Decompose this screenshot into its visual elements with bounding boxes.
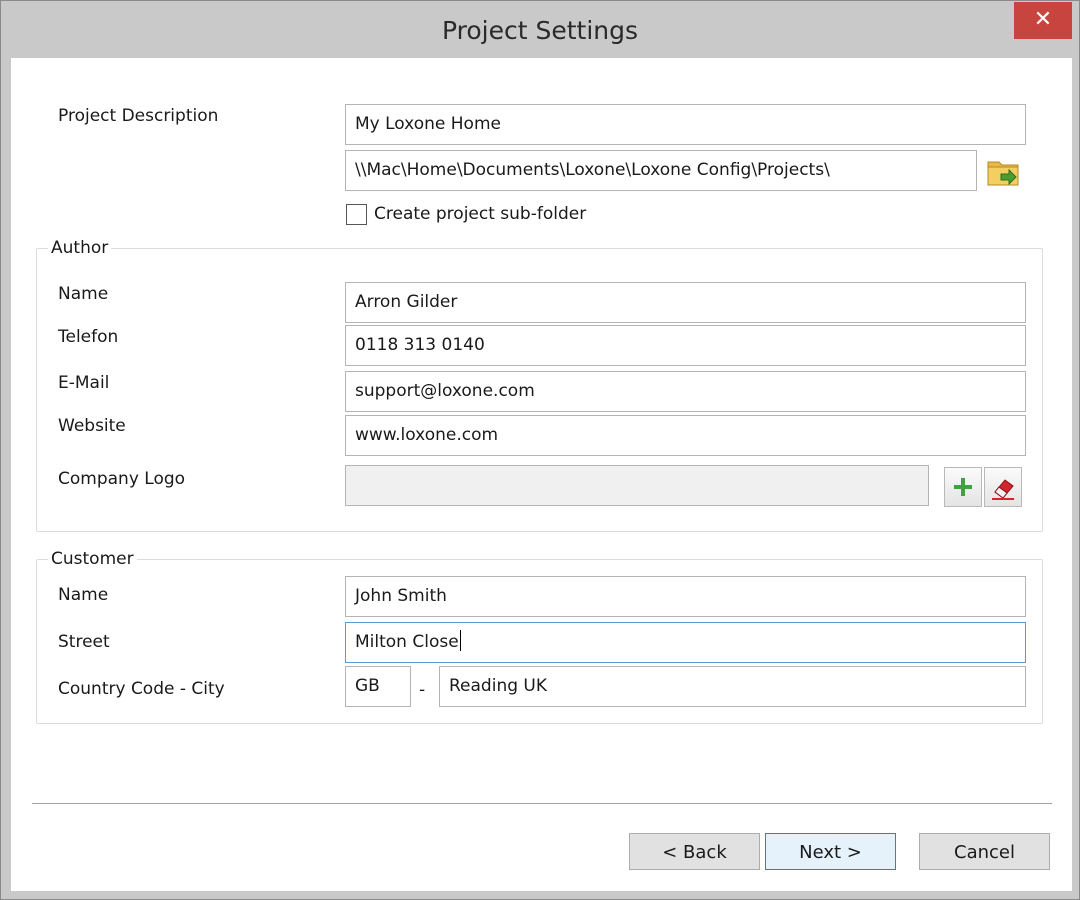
dialog-content: Project Description My Loxone Home \\Mac…	[11, 58, 1072, 891]
customer-city-label: Country Code - City	[58, 679, 225, 699]
cancel-button[interactable]: Cancel	[919, 833, 1050, 870]
clear-logo-button[interactable]	[984, 467, 1022, 507]
author-email-label: E-Mail	[58, 373, 110, 393]
text-caret	[459, 630, 461, 651]
author-phone-label: Telefon	[58, 327, 119, 347]
project-description-input[interactable]: My Loxone Home	[345, 104, 1026, 145]
project-path-input[interactable]: \\Mac\Home\Documents\Loxone\Loxone Confi…	[345, 150, 977, 191]
add-logo-button[interactable]	[944, 467, 982, 507]
author-email-input[interactable]: support@loxone.com	[345, 371, 1026, 412]
close-button[interactable]: ✕	[1014, 2, 1072, 39]
create-subfolder-checkbox[interactable]	[346, 204, 367, 225]
browse-folder-button[interactable]	[984, 150, 1024, 192]
plus-icon	[954, 478, 972, 496]
customer-name-input[interactable]: John Smith	[345, 576, 1026, 617]
author-phone-input[interactable]: 0118 313 0140	[345, 325, 1026, 366]
author-website-label: Website	[58, 416, 126, 436]
folder-arrow-icon	[987, 161, 1019, 186]
close-icon: ✕	[1033, 7, 1053, 32]
customer-street-input[interactable]: Milton Close	[345, 622, 1026, 663]
window-title: Project Settings	[441, 16, 639, 45]
country-city-dash: -	[419, 680, 426, 700]
next-button[interactable]: Next >	[765, 833, 896, 870]
footer-separator	[32, 803, 1052, 805]
city-input[interactable]: Reading UK	[439, 666, 1026, 707]
country-code-input[interactable]: GB	[345, 666, 411, 707]
company-logo-label: Company Logo	[58, 469, 186, 489]
company-logo-field	[345, 465, 929, 506]
eraser-icon	[992, 479, 1014, 500]
author-website-input[interactable]: www.loxone.com	[345, 415, 1026, 456]
author-name-label: Name	[58, 284, 109, 304]
create-subfolder-label: Create project sub-folder	[374, 204, 587, 224]
author-name-input[interactable]: Arron Gilder	[345, 282, 1026, 323]
author-group-title: Author	[48, 238, 112, 258]
dialog-window: Project Settings ✕ Project Description M…	[0, 0, 1080, 900]
customer-street-value: Milton Close	[355, 632, 459, 652]
title-bar[interactable]: Project Settings ✕	[1, 1, 1079, 59]
customer-group-title: Customer	[48, 549, 137, 569]
project-description-label: Project Description	[58, 106, 219, 126]
back-button[interactable]: < Back	[629, 833, 760, 870]
customer-street-label: Street	[58, 632, 110, 652]
customer-name-label: Name	[58, 585, 109, 605]
